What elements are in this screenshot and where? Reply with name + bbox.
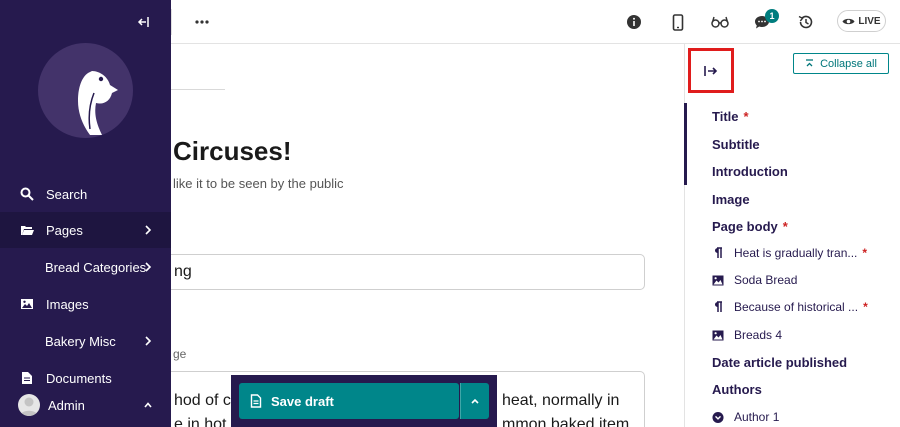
sidebar-item-bakery-misc[interactable]: Bakery Misc [0, 323, 171, 359]
page-subtitle: like it to be seen by the public [173, 176, 344, 191]
chevron-right-icon [143, 261, 153, 273]
sidebar-item-images[interactable]: Images [0, 286, 171, 322]
search-icon [20, 187, 34, 201]
image-icon [20, 297, 34, 311]
minimap-block-author[interactable]: Author 1 [712, 410, 779, 424]
more-horizontal-icon[interactable] [191, 11, 213, 33]
minimap-panel: Collapse all Title * Subtitle Introductio… [684, 44, 900, 427]
minimap-item-authors[interactable]: Authors [712, 382, 762, 397]
document-icon [20, 371, 34, 385]
minimap-item-title[interactable]: Title * [712, 109, 749, 124]
page-title: Circuses! [173, 136, 292, 166]
sidebar: Search Pages Bread Categories Images Bak… [0, 0, 171, 427]
comment-count-badge: 1 [765, 9, 779, 23]
sidebar-item-bread-categories[interactable]: Bread Categories [0, 249, 171, 285]
minimap-item-subtitle[interactable]: Subtitle [712, 137, 760, 152]
minimap-item-date-published[interactable]: Date article published [712, 355, 847, 370]
chevron-up-icon [471, 398, 479, 404]
save-draft-button[interactable]: Save draft [239, 383, 459, 419]
editor-main: Circuses! like it to be seen by the publ… [171, 44, 684, 427]
footer-actions: Save draft [231, 375, 497, 427]
body-text-line: e in hot [174, 416, 227, 427]
sidebar-item-label: Search [46, 186, 88, 202]
sidebar-item-label: Images [46, 296, 89, 312]
minimap-item-page-body[interactable]: Page body * [712, 219, 788, 234]
pilcrow-icon [712, 301, 724, 313]
divider [171, 9, 172, 35]
top-bar: 1 LIVE [171, 0, 900, 44]
title-field[interactable]: ng [171, 254, 645, 290]
glasses-icon[interactable] [709, 11, 731, 33]
account-label: Admin [48, 397, 85, 413]
save-draft-label: Save draft [271, 393, 334, 409]
more-actions-button[interactable] [460, 383, 489, 419]
collapse-all-label: Collapse all [820, 57, 877, 70]
sidebar-item-label: Bakery Misc [45, 333, 116, 349]
sidebar-item-label: Bread Categories [45, 259, 147, 275]
active-section-indicator [684, 103, 687, 185]
minimap-block-paragraph[interactable]: Heat is gradually tran... * [712, 246, 867, 260]
info-icon[interactable] [623, 11, 645, 33]
chevron-right-icon [143, 335, 153, 347]
chevron-circle-down-icon [712, 411, 724, 423]
eye-icon [842, 18, 855, 24]
document-icon [250, 394, 262, 411]
minimap-block-paragraph[interactable]: Because of historical ... * [712, 300, 868, 314]
collapse-left-icon[interactable] [134, 11, 154, 33]
collapse-up-icon [806, 59, 814, 67]
pilcrow-icon [712, 247, 724, 259]
collapse-all-button[interactable]: Collapse all [793, 53, 889, 74]
minimap-toggle-button[interactable] [688, 48, 734, 93]
wagtail-logo[interactable] [38, 43, 133, 138]
minimap-item-image[interactable]: Image [712, 192, 750, 207]
mobile-preview-icon[interactable] [667, 11, 689, 33]
sidebar-item-label: Pages [46, 222, 83, 238]
sidebar-item-label: Documents [46, 370, 112, 386]
minimap-block-image[interactable]: Soda Bread [712, 273, 797, 287]
minimap-item-introduction[interactable]: Introduction [712, 164, 788, 179]
folder-open-icon [20, 223, 34, 237]
tab-underline [171, 89, 225, 90]
minimap-block-image[interactable]: Breads 4 [712, 328, 782, 342]
body-text-line: hod of co [174, 392, 240, 409]
live-label: LIVE [858, 15, 881, 27]
field-help-text: ge [173, 347, 187, 361]
body-text-line: heat, normally in [502, 392, 620, 409]
image-icon [712, 274, 724, 286]
sidebar-item-pages[interactable]: Pages [0, 212, 171, 248]
expand-right-icon [704, 65, 718, 76]
avatar[interactable] [18, 394, 40, 416]
live-status-badge[interactable]: LIVE [837, 10, 886, 32]
body-text-line: mmon baked item [502, 416, 630, 427]
chevron-right-icon [143, 224, 153, 236]
image-icon [712, 329, 724, 341]
history-icon[interactable] [795, 11, 817, 33]
chevron-up-icon [143, 399, 153, 411]
sidebar-item-search[interactable]: Search [0, 176, 171, 212]
